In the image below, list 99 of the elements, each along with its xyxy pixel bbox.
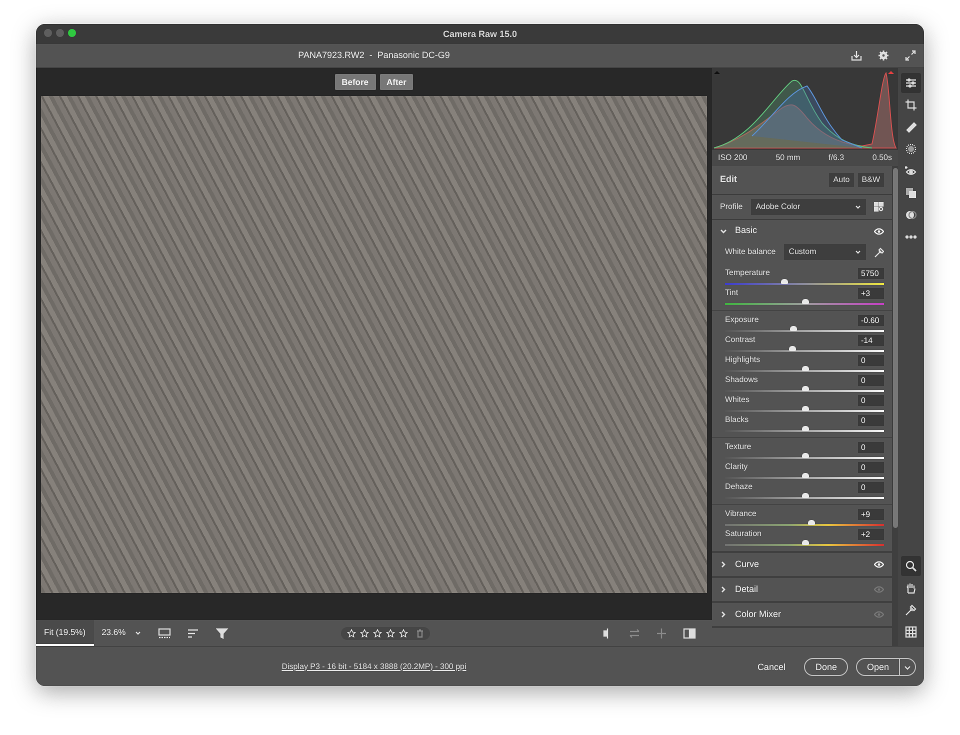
slider-label: Temperature bbox=[725, 267, 770, 279]
slider-label: Tint bbox=[725, 287, 738, 299]
slider-thumb[interactable] bbox=[780, 279, 788, 284]
value-field[interactable]: 0 bbox=[858, 414, 884, 426]
treatment-button[interactable]: B&W bbox=[858, 173, 884, 187]
slider-label: Dehaze bbox=[725, 481, 753, 493]
layers-icon[interactable] bbox=[905, 187, 917, 199]
treatment-button[interactable]: Auto bbox=[829, 173, 854, 187]
value-field[interactable]: 0 bbox=[858, 482, 884, 492]
eyedropper-icon[interactable] bbox=[905, 604, 917, 616]
slider-label: Vibrance bbox=[725, 508, 756, 520]
chevron-icon[interactable] bbox=[720, 228, 727, 234]
window-title: Camera Raw 15.0 bbox=[442, 28, 518, 41]
value-field[interactable]: 0 bbox=[858, 462, 884, 472]
dropdown-button[interactable] bbox=[900, 658, 916, 676]
exif-info: 0.50s bbox=[872, 152, 892, 164]
value-field[interactable]: 0 bbox=[858, 394, 884, 406]
zoom-tab[interactable]: 23.6% bbox=[94, 620, 134, 646]
slider-label: Shadows bbox=[725, 374, 758, 386]
star-icon[interactable] bbox=[346, 628, 356, 638]
star-icon[interactable] bbox=[360, 628, 369, 638]
grid-icon[interactable] bbox=[905, 626, 917, 638]
slider-label: Blacks bbox=[725, 414, 749, 426]
panel-title: Edit bbox=[720, 173, 738, 186]
field-label: Profile bbox=[720, 201, 743, 213]
mask-icon[interactable] bbox=[905, 143, 917, 155]
slider-thumb[interactable] bbox=[802, 540, 808, 545]
slider-thumb[interactable] bbox=[802, 299, 808, 304]
value-field[interactable]: 5750 bbox=[858, 268, 884, 278]
value-field[interactable]: 0 bbox=[858, 442, 884, 452]
chevron-icon[interactable] bbox=[720, 586, 727, 593]
circles-icon[interactable] bbox=[905, 209, 917, 221]
file-name: PANA7923.RW2 - Panasonic DC-G9 bbox=[298, 48, 450, 62]
sliders-icon[interactable] bbox=[905, 77, 917, 89]
slider-thumb[interactable] bbox=[790, 326, 798, 331]
slider-thumb[interactable] bbox=[802, 406, 808, 411]
hand-icon[interactable] bbox=[905, 582, 917, 594]
slider-thumb[interactable] bbox=[802, 366, 808, 371]
fullscreen-icon[interactable] bbox=[905, 50, 916, 61]
scrollbar[interactable] bbox=[892, 168, 898, 528]
exif-info: ISO 200 bbox=[718, 152, 748, 164]
search-icon[interactable] bbox=[905, 560, 917, 572]
caret-icon[interactable] bbox=[134, 629, 142, 637]
sort-icon[interactable] bbox=[186, 628, 200, 638]
chevron-icon[interactable] bbox=[720, 561, 727, 568]
caret-icon bbox=[855, 249, 861, 255]
slider-label: Saturation bbox=[725, 528, 762, 540]
value-field[interactable]: -14 bbox=[858, 334, 884, 346]
compare-view-icon[interactable] bbox=[683, 628, 696, 638]
slider-thumb[interactable] bbox=[808, 520, 815, 525]
star-icon[interactable] bbox=[398, 628, 408, 638]
profile-browser-icon[interactable] bbox=[874, 202, 884, 212]
view-toggle-button[interactable]: After bbox=[380, 74, 414, 90]
chevron-icon[interactable] bbox=[720, 611, 727, 618]
section-header[interactable]: Color Mixer bbox=[735, 608, 866, 622]
star-icon[interactable] bbox=[386, 628, 395, 638]
exif-info: 50 mm bbox=[776, 152, 800, 164]
caret-icon bbox=[855, 204, 861, 210]
slider-label: Contrast bbox=[725, 334, 756, 346]
slider-thumb[interactable] bbox=[802, 453, 808, 458]
profile-select[interactable]: Adobe Color bbox=[750, 199, 866, 215]
zoom-tab[interactable]: Fit (19.5%) bbox=[36, 620, 94, 646]
eyedropper-icon[interactable] bbox=[874, 246, 884, 258]
slider-label: Exposure bbox=[725, 314, 759, 326]
value-field[interactable]: +9 bbox=[858, 508, 884, 520]
value-field[interactable]: 0 bbox=[858, 374, 884, 386]
save-icon[interactable] bbox=[851, 50, 862, 61]
trash-icon[interactable] bbox=[416, 628, 424, 638]
section-header[interactable]: Detail bbox=[735, 582, 866, 596]
filter-icon[interactable] bbox=[216, 628, 229, 638]
section-header[interactable]: Curve bbox=[735, 558, 866, 572]
balance-select[interactable]: Custom bbox=[784, 244, 866, 260]
star-icon[interactable] bbox=[372, 628, 382, 638]
eye-icon[interactable] bbox=[905, 165, 917, 177]
slider-thumb[interactable] bbox=[802, 493, 808, 498]
value-field[interactable]: 0 bbox=[858, 354, 884, 366]
section-header[interactable]: Basic bbox=[735, 224, 866, 238]
field-label: White balance bbox=[725, 246, 776, 258]
value-field[interactable]: +2 bbox=[858, 528, 884, 540]
slider-thumb[interactable] bbox=[788, 346, 796, 351]
slider-thumb[interactable] bbox=[802, 386, 808, 391]
slider-thumb[interactable] bbox=[802, 473, 808, 478]
value-field[interactable]: +3 bbox=[858, 288, 884, 298]
settings-icon[interactable] bbox=[878, 50, 889, 61]
open-button[interactable]: Open bbox=[856, 658, 900, 676]
done-button[interactable]: Done bbox=[804, 658, 848, 676]
cancel-button[interactable]: Cancel bbox=[746, 658, 796, 676]
caret-icon bbox=[904, 664, 911, 671]
exif-info: f/6.3 bbox=[828, 152, 844, 164]
slider-label: Whites bbox=[725, 394, 750, 406]
value-field[interactable]: -0.60 bbox=[858, 314, 884, 326]
slider-thumb[interactable] bbox=[802, 426, 808, 431]
view-toggle-button[interactable]: Before bbox=[334, 74, 376, 90]
slider-label: Texture bbox=[725, 441, 752, 453]
filmstrip-icon[interactable] bbox=[158, 628, 171, 638]
crop-icon[interactable] bbox=[905, 99, 917, 111]
image-info-link[interactable]: Display P3 - 16 bit - 5184 x 3888 (20.2MP) - 300 ppi bbox=[282, 660, 466, 672]
slider-label: Clarity bbox=[725, 461, 748, 473]
slider-label: Highlights bbox=[725, 354, 760, 366]
